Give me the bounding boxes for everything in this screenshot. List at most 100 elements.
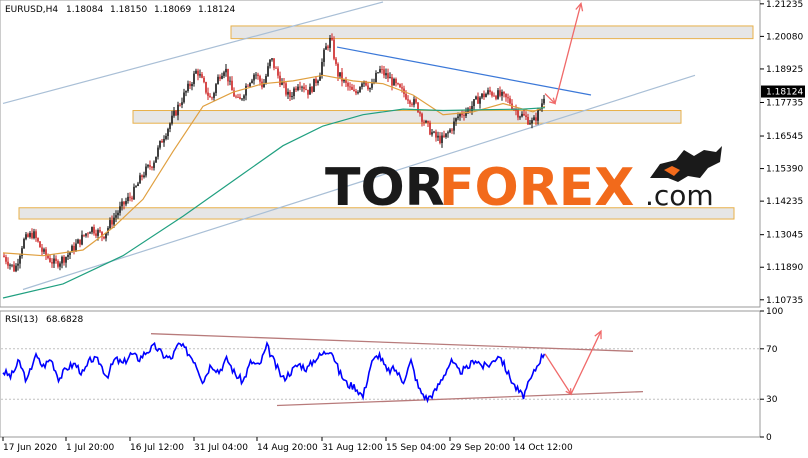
candle-body: [5, 256, 7, 262]
current-price-label: 1.18124: [766, 88, 803, 98]
candle-body: [75, 243, 77, 251]
support-resistance-zone-1: [230, 25, 754, 40]
candle-body: [257, 74, 259, 77]
price-tick-label: 1.17735: [766, 98, 803, 108]
candle-body: [419, 112, 421, 114]
candle-body: [269, 59, 271, 67]
candle-body: [137, 183, 139, 187]
candle-body: [387, 73, 389, 79]
candle-body: [441, 135, 443, 144]
candle-body: [175, 111, 177, 116]
candle-body: [183, 92, 185, 103]
candle-body: [333, 39, 335, 59]
candle-body: [43, 249, 45, 252]
candle-body: [391, 77, 393, 86]
candle-body: [381, 69, 383, 70]
candle-body: [431, 132, 433, 135]
candle-body: [499, 90, 501, 96]
candle-body: [271, 58, 273, 60]
candle-body: [97, 230, 99, 236]
candle-body: [33, 231, 35, 239]
candle-body: [165, 136, 167, 139]
candle-body: [169, 123, 171, 129]
candle-body: [323, 49, 325, 62]
price-tick-label: 1.21235: [766, 0, 803, 10]
candle-body: [173, 111, 175, 116]
candle-body: [141, 175, 143, 178]
candle-body: [93, 226, 95, 234]
candle-body: [489, 90, 491, 93]
candle-body: [147, 165, 149, 167]
candle-body: [429, 122, 431, 135]
candle-body: [523, 113, 525, 116]
candle-body: [341, 72, 343, 82]
candle-body: [289, 91, 291, 97]
candle-body: [51, 262, 53, 264]
candle-body: [299, 86, 301, 88]
candle-body: [41, 247, 43, 252]
candle-body: [335, 58, 337, 64]
candle-body: [313, 78, 315, 92]
candle-body: [525, 115, 527, 117]
candle-body: [151, 166, 153, 168]
candle-body: [35, 231, 37, 239]
candle-body: [29, 232, 31, 237]
candle-body: [509, 98, 511, 104]
candle-body: [487, 90, 489, 95]
candle-body: [227, 68, 229, 82]
candle-body: [81, 234, 83, 245]
candle-body: [69, 252, 71, 255]
candle-body: [325, 46, 327, 50]
high-value: 1.18150: [110, 5, 147, 15]
rsi-tick-label: 70: [766, 345, 778, 355]
candle-body: [423, 121, 425, 123]
candle-body: [247, 85, 249, 87]
close-value: 1.18124: [198, 5, 235, 15]
candle-body: [357, 92, 359, 94]
candle-body: [103, 236, 105, 239]
candle-body: [329, 37, 331, 48]
candle-body: [49, 258, 51, 263]
time-axis: 17 Jun 2020 1 Jul 20:00 16 Jul 12:00 31 Jul…: [2, 437, 573, 453]
candle-body: [231, 80, 233, 91]
candle-body: [307, 89, 309, 95]
candle-body: [405, 93, 407, 100]
candle-body: [531, 120, 533, 124]
candle-body: [13, 264, 15, 272]
candle-body: [91, 226, 93, 233]
candle-body: [339, 72, 341, 77]
candle-body: [67, 254, 69, 257]
candle-body: [265, 76, 267, 84]
price-tick-label: 1.11890: [766, 263, 803, 273]
candle-body: [187, 83, 189, 92]
candle-body: [79, 239, 81, 245]
candle-body: [177, 104, 179, 116]
candle-body: [155, 156, 157, 163]
rsi-value: 68.6828: [46, 315, 83, 325]
candle-body: [543, 98, 545, 104]
candle-body: [285, 83, 287, 95]
time-tick-label: 31 Aug 12:00: [322, 443, 383, 453]
candle-body: [111, 220, 113, 225]
candle-body: [197, 70, 199, 76]
candle-body: [517, 110, 519, 118]
candle-body: [495, 96, 497, 99]
time-tick-label: 29 Sep 20:00: [450, 443, 510, 453]
candle-body: [445, 133, 447, 137]
candle-body: [439, 135, 441, 144]
candle-body: [463, 115, 465, 116]
candle-body: [3, 255, 5, 257]
chart-canvas: TOR FOREX .com EURUSD,H4 1.18084 1.18150…: [0, 0, 805, 453]
candle-body: [315, 78, 317, 84]
support-resistance-zone-2: [132, 110, 682, 124]
candle-body: [527, 116, 529, 125]
candle-body: [301, 86, 303, 88]
time-tick-label: 17 Jun 2020: [3, 443, 57, 453]
candle-body: [115, 215, 117, 218]
price-tick-label: 1.20080: [766, 32, 803, 42]
candle-body: [433, 131, 435, 133]
price-tick-label: 1.10735: [766, 296, 803, 306]
candle-body: [149, 165, 151, 167]
candle-body: [119, 206, 121, 213]
candle-body: [481, 93, 483, 98]
